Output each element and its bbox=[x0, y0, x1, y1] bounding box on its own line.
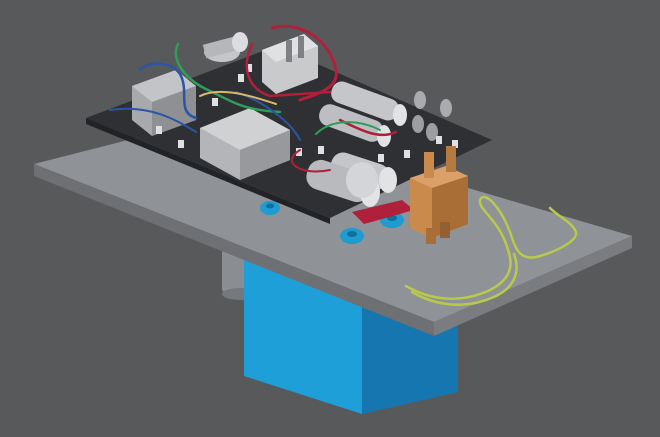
toroid bbox=[260, 201, 280, 215]
toroid bbox=[340, 228, 364, 244]
capacitor bbox=[346, 162, 378, 198]
top-capacitor bbox=[202, 32, 248, 62]
cad-viewport[interactable] bbox=[0, 0, 660, 437]
cad-scene bbox=[34, 24, 632, 414]
